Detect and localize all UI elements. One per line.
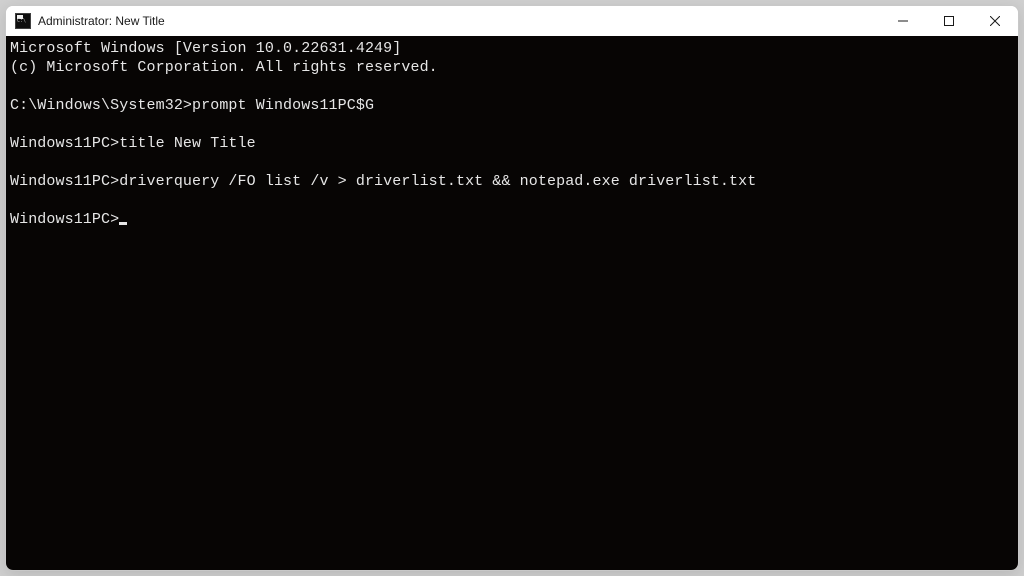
titlebar[interactable]: Administrator: New Title: [6, 6, 1018, 36]
terminal-line: [10, 77, 1014, 96]
terminal-line: Windows11PC>: [10, 210, 1014, 229]
terminal-area[interactable]: Microsoft Windows [Version 10.0.22631.42…: [6, 36, 1018, 570]
terminal-line: Windows11PC>driverquery /FO list /v > dr…: [10, 172, 1014, 191]
terminal-output: Microsoft Windows [Version 10.0.22631.42…: [10, 39, 1014, 229]
terminal-line: [10, 191, 1014, 210]
window-title: Administrator: New Title: [38, 14, 880, 28]
minimize-button[interactable]: [880, 6, 926, 36]
maximize-icon: [944, 16, 954, 26]
caption-buttons: [880, 6, 1018, 36]
terminal-line: [10, 115, 1014, 134]
cursor: [119, 222, 127, 225]
terminal-line: C:\Windows\System32>prompt Windows11PC$G: [10, 96, 1014, 115]
terminal-line: (c) Microsoft Corporation. All rights re…: [10, 58, 1014, 77]
terminal-line: Windows11PC>title New Title: [10, 134, 1014, 153]
maximize-button[interactable]: [926, 6, 972, 36]
terminal-line: Microsoft Windows [Version 10.0.22631.42…: [10, 39, 1014, 58]
cmd-icon: [15, 13, 31, 29]
cmd-window: Administrator: New Title Microsoft Wind: [5, 5, 1019, 571]
close-button[interactable]: [972, 6, 1018, 36]
close-icon: [990, 16, 1000, 26]
terminal-line: [10, 153, 1014, 172]
minimize-icon: [898, 16, 908, 26]
